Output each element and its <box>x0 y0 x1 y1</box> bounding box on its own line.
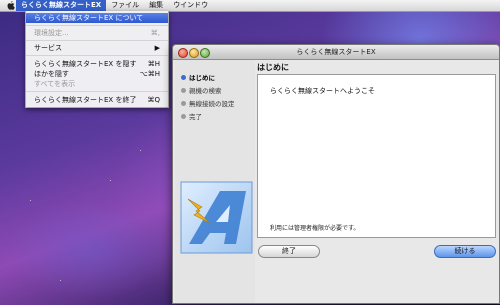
menu-item-quit[interactable]: らくらく無線スタートEX を終了 ⌘Q <box>26 95 168 105</box>
menu-item-preferences-label: 環境設定... <box>34 29 69 37</box>
menu-separator <box>26 25 168 26</box>
step-bullet-icon <box>181 100 186 106</box>
step-complete: 完了 <box>181 112 202 122</box>
admin-note: 利用には管理者権限が必要です。 <box>270 225 360 232</box>
menu-item-preferences[interactable]: 環境設定... ⌘, <box>26 28 168 38</box>
welcome-text: らくらく無線スタートへようこそ <box>270 87 375 95</box>
menu-window[interactable]: ウインドウ <box>168 0 213 11</box>
menu-item-hide-others-label: ほかを隠す <box>34 70 69 78</box>
continue-button[interactable]: 続ける <box>434 245 496 258</box>
app-logo-icon <box>180 181 253 254</box>
step-bullet-icon <box>181 113 186 119</box>
quit-shortcut: ⌘Q <box>147 96 160 104</box>
step-search: 親機の検索 <box>181 86 222 96</box>
menu-item-quit-label: らくらく無線スタートEX を終了 <box>34 96 137 104</box>
menu-edit[interactable]: 編集 <box>144 0 168 11</box>
menu-item-hide-label: らくらく無線スタートEX を隠す <box>34 60 137 68</box>
menu-item-hide[interactable]: らくらく無線スタートEX を隠す ⌘H <box>26 59 168 69</box>
step-intro: はじめに <box>181 73 215 83</box>
menu-item-show-all[interactable]: すべてを表示 <box>26 79 168 89</box>
submenu-arrow-icon: ▶ <box>154 44 160 52</box>
step-wireless-setup: 無線接続の設定 <box>181 99 235 109</box>
step-label: 親機の検索 <box>189 87 222 95</box>
current-step-bullet-icon <box>181 74 186 80</box>
step-label: はじめに <box>189 74 215 82</box>
step-label: 完了 <box>189 113 202 121</box>
quit-button[interactable]: 終了 <box>258 245 320 258</box>
preferences-shortcut: ⌘, <box>150 29 160 37</box>
hide-shortcut: ⌘H <box>147 60 160 68</box>
menu-file[interactable]: ファイル <box>106 0 144 11</box>
menu-item-about-label: らくらく無線スタートEX について <box>34 14 144 22</box>
menu-item-services-label: サービス <box>34 44 62 52</box>
menu-item-hide-others[interactable]: ほかを隠す ⌥⌘H <box>26 69 168 79</box>
menu-separator <box>26 40 168 41</box>
apple-menu-icon[interactable] <box>6 1 16 11</box>
page-heading: はじめに <box>257 63 289 72</box>
menu-separator <box>26 91 168 92</box>
step-bullet-icon <box>181 87 186 93</box>
menu-item-about[interactable]: らくらく無線スタートEX について <box>26 13 168 23</box>
content-panel: らくらく無線スタートへようこそ 利用には管理者権限が必要です。 <box>257 74 496 238</box>
steps-sidebar: はじめに 親機の検索 無線接続の設定 完了 <box>175 60 255 303</box>
menu-separator <box>26 55 168 56</box>
step-label: 無線接続の設定 <box>189 100 235 108</box>
app-dropdown-menu: らくらく無線スタートEX について 環境設定... ⌘, サービス ▶ らくらく… <box>25 11 169 108</box>
menu-item-services[interactable]: サービス ▶ <box>26 43 168 53</box>
hide-others-shortcut: ⌥⌘H <box>139 70 160 78</box>
window-titlebar[interactable]: らくらく無線スタートEX <box>173 45 499 60</box>
installer-window: らくらく無線スタートEX はじめに 親機の検索 無線接続の設定 完了 はじめに … <box>172 44 500 304</box>
window-title: らくらく無線スタートEX <box>296 48 376 56</box>
menu-item-show-all-label: すべてを表示 <box>34 80 76 88</box>
menu-app-name[interactable]: らくらく無線スタートEX <box>16 0 107 11</box>
